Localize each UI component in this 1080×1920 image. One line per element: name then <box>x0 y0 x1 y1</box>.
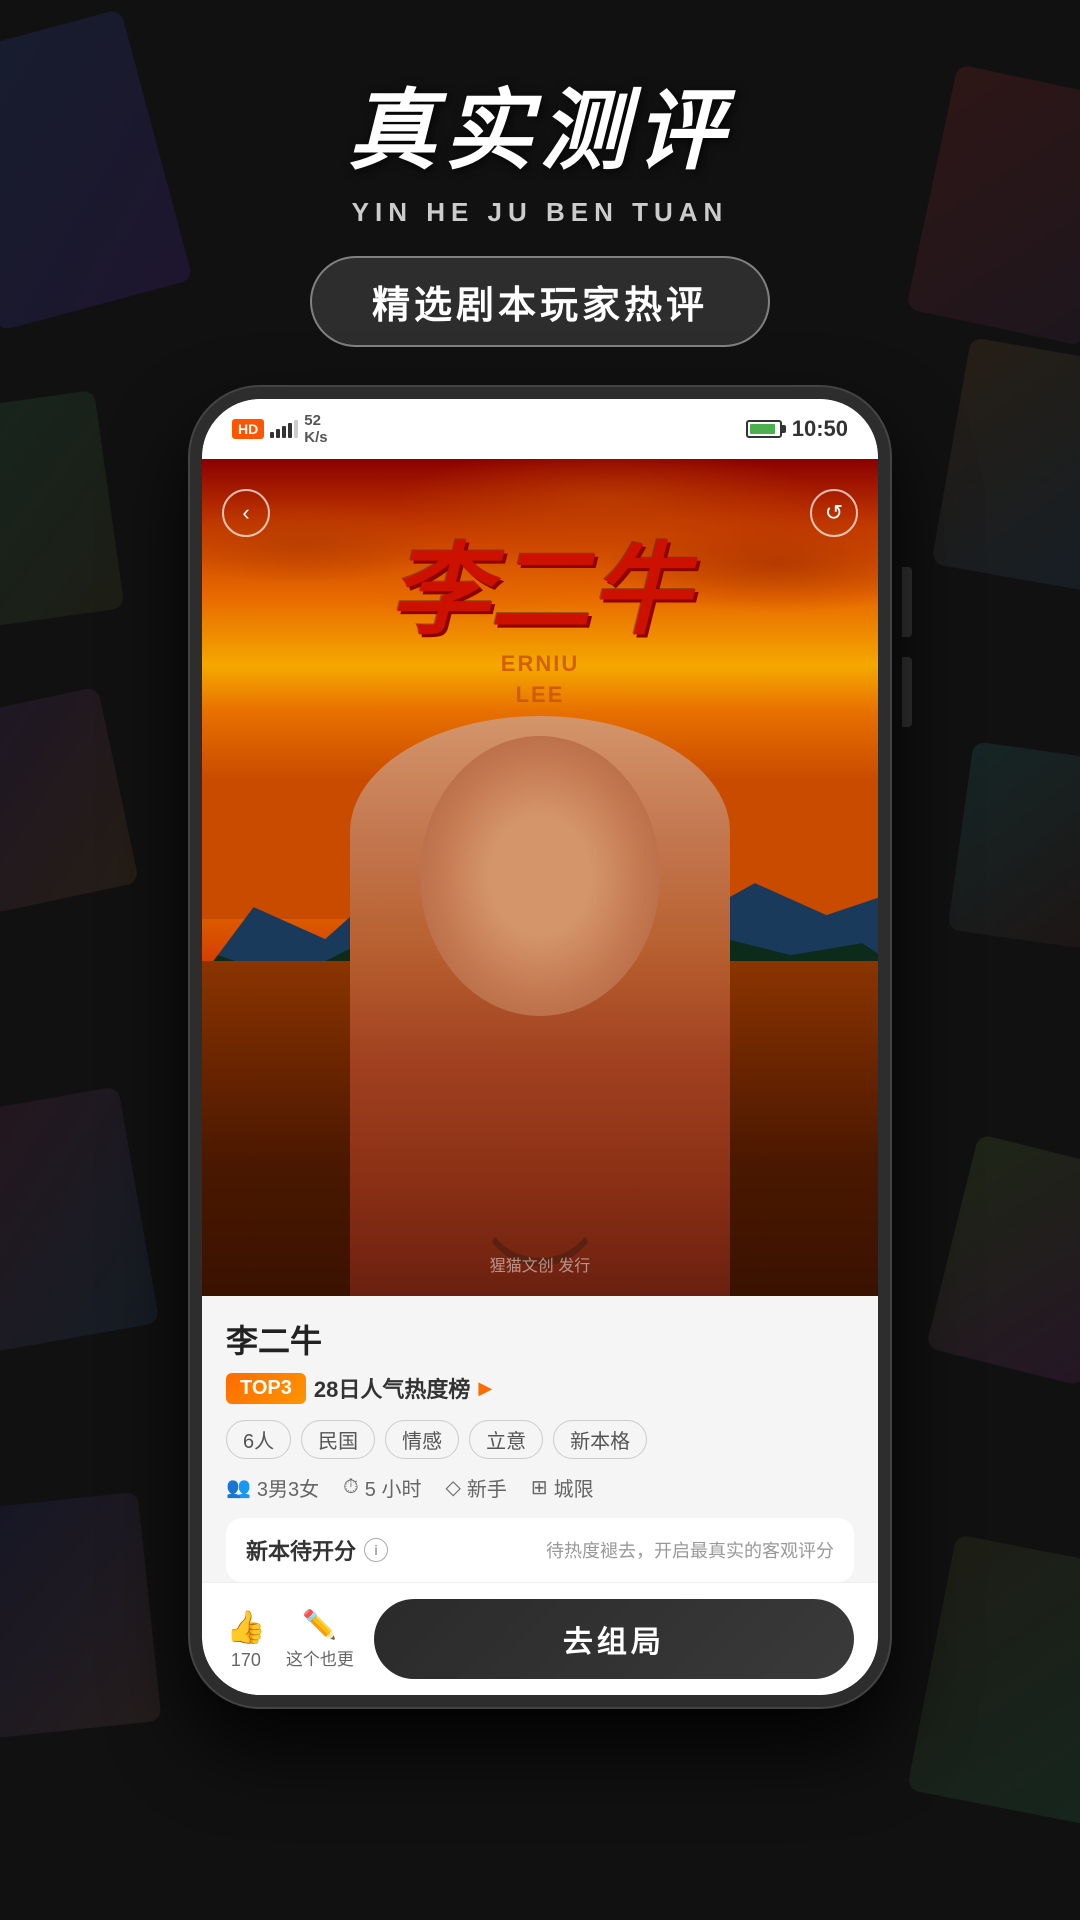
players-icon: 👥 <box>226 1475 251 1500</box>
volume-up-button <box>902 567 912 637</box>
poster-figure <box>350 716 730 1296</box>
tags-container: 6人 民国 情感 立意 新本格 <box>226 1420 854 1459</box>
rating-label: 新本待开分 i <box>246 1534 388 1566</box>
signal-bar-1 <box>270 432 274 438</box>
brand-title: 真实测评 <box>348 60 732 187</box>
rank-badge: TOP3 28日人气热度榜 ▶ <box>226 1372 492 1404</box>
battery-fill <box>750 424 775 434</box>
meta-players: 👥 3男3女 <box>226 1473 319 1502</box>
rating-hint: 待热度褪去，开启最真实的客观评分 <box>546 1537 834 1563</box>
status-bar: HD 52K/s 10: <box>202 399 878 459</box>
phone-screen: HD 52K/s 10: <box>202 399 878 1695</box>
tag-genre[interactable]: 情感 <box>385 1420 459 1459</box>
rank-arrow-icon: ▶ <box>478 1378 492 1399</box>
page: 真实测评 YIN HE JU BEN TUAN 精选剧本玩家热评 HD <box>0 0 1080 1920</box>
scene-icon: ⊞ <box>531 1475 548 1500</box>
poster-title-en: ERNIU LEE <box>501 649 579 711</box>
battery-icon <box>746 420 782 438</box>
tag-theme[interactable]: 立意 <box>469 1420 543 1459</box>
like-count: 170 <box>231 1650 261 1671</box>
poster-title-cn: 李二牛 <box>390 509 690 654</box>
volume-down-button <box>902 657 912 727</box>
difficulty-icon: ◇ <box>445 1475 460 1500</box>
network-speed: 52K/s <box>304 412 327 446</box>
tag-era[interactable]: 民国 <box>301 1420 375 1459</box>
difficulty-value: 新手 <box>467 1473 507 1502</box>
signal-bar-3 <box>282 426 286 438</box>
movie-poster: 李二牛 ERNIU LEE ‹ ↺ 猩猫文创 发行 <box>202 459 878 1296</box>
review-icon: ✏️ <box>302 1608 337 1641</box>
back-button[interactable]: ‹ <box>222 489 270 537</box>
signal-bar-4 <box>288 423 292 438</box>
info-icon[interactable]: i <box>364 1538 388 1562</box>
players-value: 3男3女 <box>257 1473 319 1502</box>
action-bar: 👍 170 ✏️ 这个也更 去组局 <box>202 1582 878 1695</box>
branding-section: 真实测评 YIN HE JU BEN TUAN 精选剧本玩家热评 <box>310 60 770 347</box>
info-section: 李二牛 TOP3 28日人气热度榜 ▶ 6人 民国 情感 立意 新本格 <box>202 1296 878 1582</box>
duration-value: 5 小时 <box>365 1473 422 1502</box>
brand-tagline: 精选剧本玩家热评 <box>310 256 770 347</box>
tag-style[interactable]: 新本格 <box>553 1420 647 1459</box>
like-icon: 👍 <box>226 1608 266 1646</box>
poster-title-en-text: ERNIU LEE <box>501 651 579 707</box>
brand-subtitle-en: YIN HE JU BEN TUAN <box>352 197 729 228</box>
tag-players[interactable]: 6人 <box>226 1420 291 1459</box>
phone-frame: HD 52K/s 10: <box>190 387 890 1707</box>
scene-value: 城限 <box>554 1473 594 1502</box>
refresh-button[interactable]: ↺ <box>810 489 858 537</box>
refresh-icon: ↺ <box>825 500 843 526</box>
meta-info: 👥 3男3女 ⏱ 5 小时 ◇ 新手 ⊞ 城限 <box>226 1473 854 1502</box>
hd-badge: HD <box>232 419 264 439</box>
rating-title: 新本待开分 <box>246 1534 356 1566</box>
signal-bars <box>270 420 298 438</box>
meta-scene: ⊞ 城限 <box>531 1473 594 1502</box>
figure-face <box>420 736 660 1016</box>
meta-difficulty: ◇ 新手 <box>445 1473 506 1502</box>
review-button[interactable]: ✏️ 这个也更 <box>286 1608 354 1670</box>
phone-mockup: HD 52K/s 10: <box>190 387 890 1707</box>
signal-bar-2 <box>276 429 280 438</box>
rank-top-label: TOP3 <box>226 1373 306 1404</box>
movie-title: 李二牛 <box>226 1316 854 1362</box>
play-button[interactable]: 去组局 <box>374 1599 854 1679</box>
rating-section: 新本待开分 i 待热度褪去，开启最真实的客观评分 <box>226 1518 854 1582</box>
status-right: 10:50 <box>746 416 848 442</box>
status-time: 10:50 <box>792 416 848 442</box>
like-button[interactable]: 👍 170 <box>226 1608 266 1671</box>
status-left: HD 52K/s <box>232 412 328 446</box>
meta-duration: ⏱ 5 小时 <box>343 1473 421 1502</box>
review-label: 这个也更 <box>286 1645 354 1670</box>
clock-icon: ⏱ <box>343 1476 359 1499</box>
poster-watermark: 猩猫文创 发行 <box>490 1252 590 1276</box>
signal-bar-5 <box>294 420 298 438</box>
rank-description: 28日人气热度榜 <box>314 1372 470 1404</box>
back-icon: ‹ <box>242 500 249 526</box>
